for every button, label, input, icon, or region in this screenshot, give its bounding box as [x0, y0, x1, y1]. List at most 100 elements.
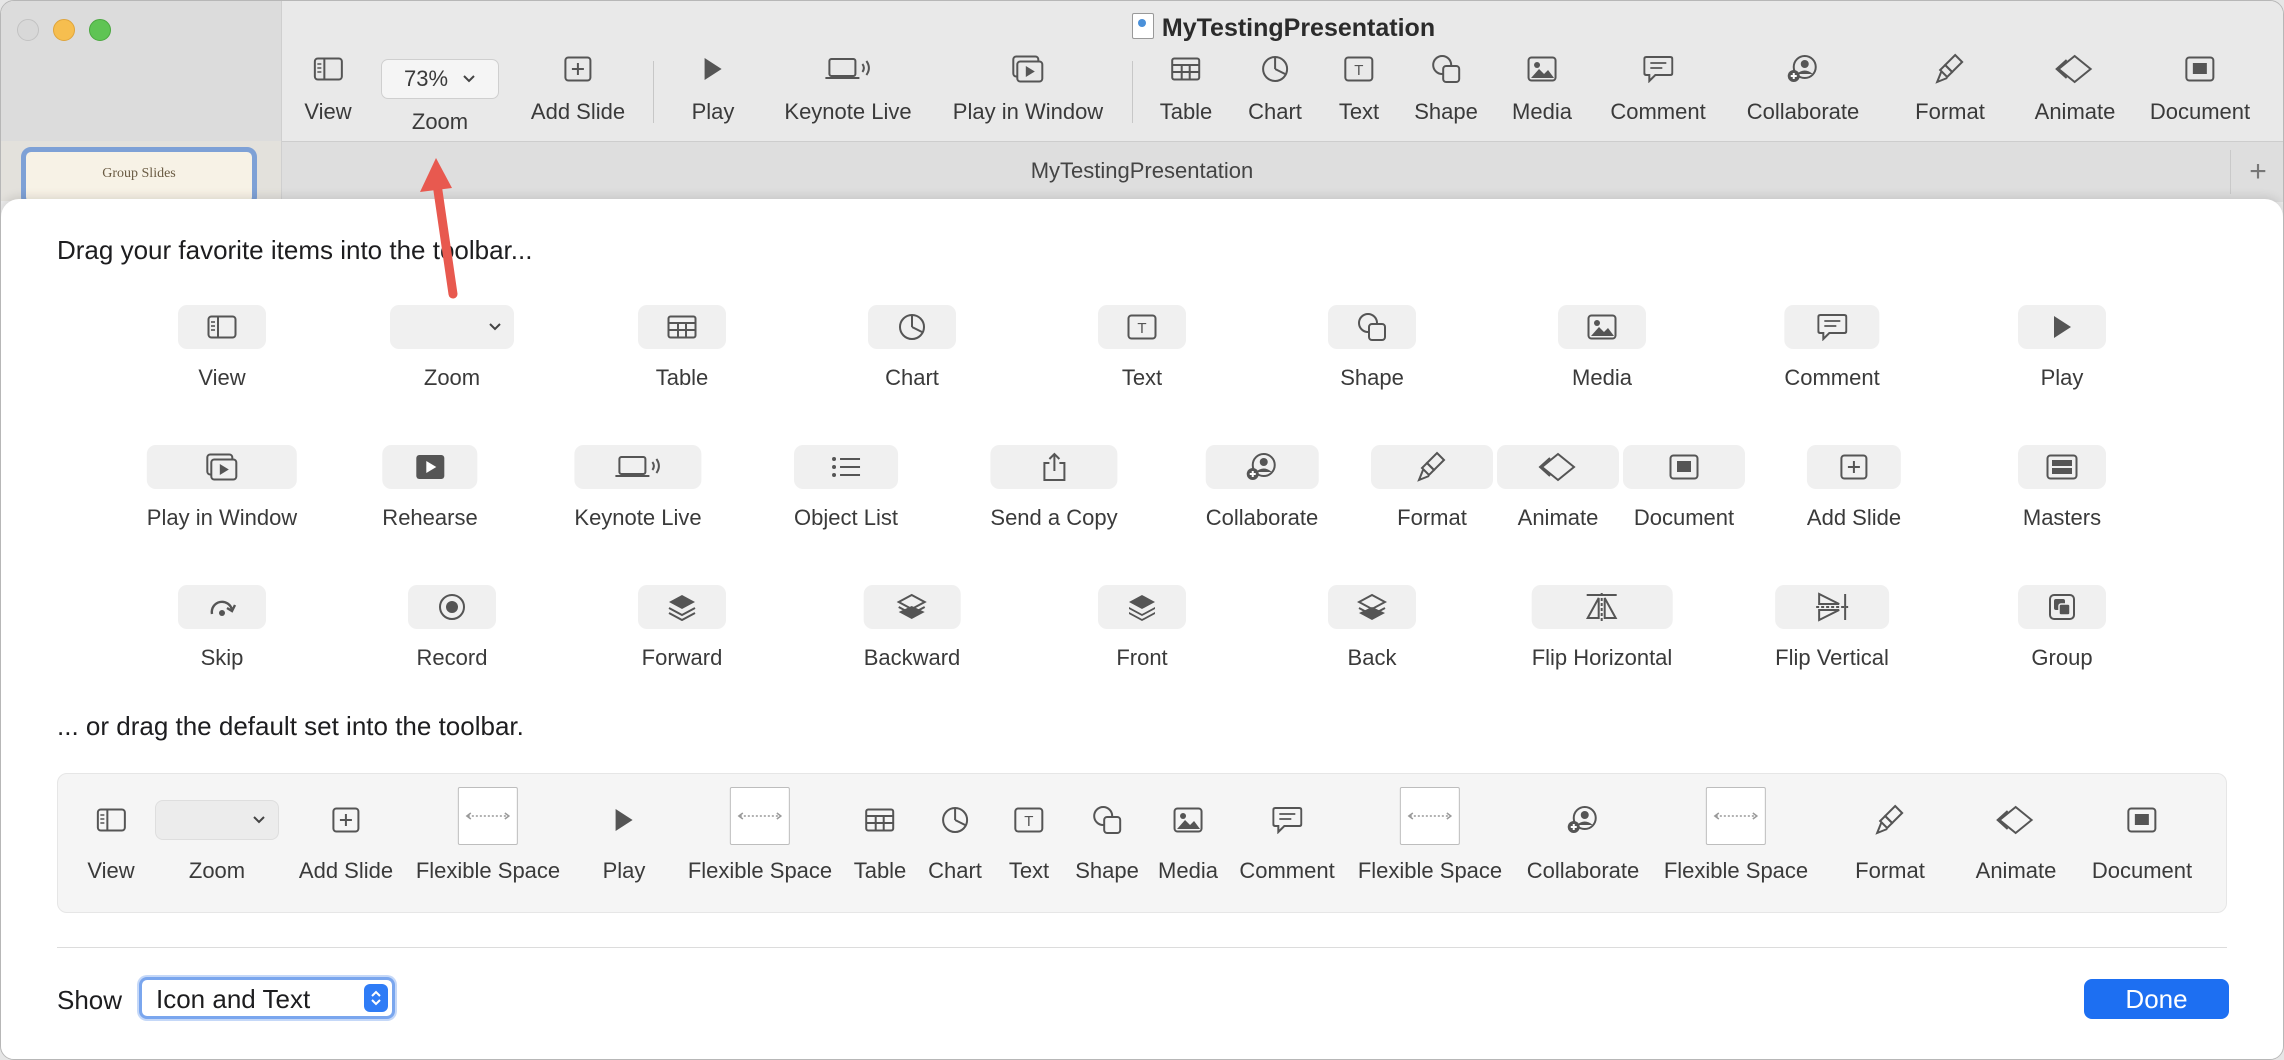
show-select-value: Icon and Text	[156, 984, 311, 1014]
toolbar-separator	[653, 61, 654, 123]
palette-item-text[interactable]: T Text	[1098, 305, 1186, 391]
toolbar-text[interactable]: T Text	[1339, 51, 1379, 125]
palette-item-shape[interactable]: Shape	[1328, 305, 1416, 391]
default-item-label: Document	[2091, 858, 2193, 883]
document-icon	[2150, 51, 2250, 87]
palette-item-back[interactable]: Back	[1328, 585, 1416, 671]
diamond-icon	[1976, 798, 2057, 842]
default-item-shape: Shape	[1075, 798, 1139, 884]
default-item-flexible-space: Flexible Space	[1664, 787, 1808, 884]
palette-item-label: Collaborate	[1205, 505, 1319, 530]
palette-item-forward[interactable]: Forward	[638, 585, 726, 671]
toolbar-chart[interactable]: Chart	[1248, 51, 1302, 125]
text-box-icon: T	[1098, 305, 1186, 349]
table-icon	[854, 798, 907, 842]
palette-item-label: Masters	[2022, 505, 2102, 530]
toolbar-table[interactable]: Table	[1160, 51, 1212, 125]
sidebar-icon	[304, 51, 351, 87]
palette-item-group[interactable]: Group	[2018, 585, 2106, 671]
zoom-dropdown[interactable]: 73%	[381, 59, 499, 99]
palette-item-zoom[interactable]: Zoom	[390, 305, 514, 391]
add-tab-button[interactable]: +	[2230, 150, 2283, 194]
toolbar-shape[interactable]: Shape	[1414, 51, 1478, 125]
palette-item-label: Add Slide	[1806, 505, 1902, 530]
palette-item-label: Record	[416, 645, 488, 670]
toolbar-play[interactable]: Play	[692, 51, 735, 125]
toolbar-animate[interactable]: Animate	[2034, 51, 2116, 125]
palette-item-collaborate[interactable]: Collaborate	[1205, 445, 1319, 531]
minimize-button[interactable]	[53, 19, 75, 41]
default-item-comment: Comment	[1239, 798, 1335, 884]
backward-layers-icon	[863, 585, 961, 629]
default-item-label: Chart	[928, 858, 982, 883]
toolbar-view[interactable]: View	[304, 51, 352, 125]
sidebar-icon	[87, 798, 134, 842]
slide-thumbnail[interactable]: Group Slides	[21, 147, 257, 207]
default-item-label: Play	[602, 858, 646, 883]
palette-item-animate[interactable]: Animate	[1497, 445, 1619, 531]
palette-item-masters[interactable]: Masters	[2018, 445, 2106, 531]
toolbar-keynote-live[interactable]: Keynote Live	[784, 51, 912, 125]
toolbar-zoom[interactable]: 73% Zoom	[381, 51, 499, 135]
sheet-divider	[57, 947, 2227, 948]
close-button[interactable]	[17, 19, 39, 41]
toolbar-format-label: Format	[1915, 99, 1985, 124]
toolbar-document[interactable]: Document	[2150, 51, 2250, 125]
tab-document[interactable]: MyTestingPresentation	[282, 158, 2002, 184]
toolbar-media[interactable]: Media	[1512, 51, 1572, 125]
default-item-label: Comment	[1239, 858, 1335, 883]
palette-item-format[interactable]: Format	[1371, 445, 1493, 531]
table-icon	[638, 305, 726, 349]
palette-item-record[interactable]: Record	[408, 585, 496, 671]
palette-item-label: Keynote Live	[574, 505, 702, 530]
show-label: Show	[57, 985, 123, 1015]
diamond-icon	[1497, 445, 1619, 489]
palette-item-object-list[interactable]: Object List	[794, 445, 898, 531]
palette-item-flip-vertical[interactable]: Flip Vertical	[1775, 585, 1889, 671]
palette-item-media[interactable]: Media	[1558, 305, 1646, 391]
default-item-label: Add Slide	[298, 858, 394, 883]
palette-item-rehearse[interactable]: Rehearse	[382, 445, 478, 531]
default-item-view: View	[87, 798, 135, 884]
palette-item-front[interactable]: Front	[1098, 585, 1186, 671]
record-icon	[408, 585, 496, 629]
default-item-table: Table	[854, 798, 907, 884]
palette-item-skip[interactable]: Skip	[178, 585, 266, 671]
toolbar-comment[interactable]: Comment	[1610, 51, 1706, 125]
palette-item-backward[interactable]: Backward	[863, 585, 961, 671]
pie-chart-icon	[868, 305, 956, 349]
palette-item-label: Text	[1121, 365, 1163, 390]
palette-item-label: Front	[1116, 645, 1168, 670]
palette-item-keynote-live[interactable]: Keynote Live	[574, 445, 702, 531]
default-item-label: View	[87, 858, 135, 883]
show-select[interactable]: Icon and Text	[139, 977, 395, 1019]
palette-item-comment[interactable]: Comment	[1784, 305, 1880, 391]
svg-text:T: T	[1354, 62, 1363, 79]
toolbar-add-slide[interactable]: Add Slide	[531, 51, 625, 125]
palette-item-chart[interactable]: Chart	[868, 305, 956, 391]
toolbar-play-in-window[interactable]: Play in Window	[953, 51, 1103, 125]
default-set-strip[interactable]: View Zoom Add Slide Flexible Space Play …	[57, 773, 2227, 913]
default-item-chart: Chart	[928, 798, 982, 884]
done-button[interactable]: Done	[2084, 979, 2229, 1019]
flip-horizontal-icon	[1531, 585, 1673, 629]
toolbar-collaborate[interactable]: Collaborate	[1747, 51, 1859, 125]
speech-bubble-icon	[1239, 798, 1334, 842]
document-icon	[1623, 445, 1745, 489]
fullscreen-button[interactable]	[89, 19, 111, 41]
palette-item-label: Chart	[885, 365, 939, 390]
palette-item-flip-horizontal[interactable]: Flip Horizontal	[1531, 585, 1673, 671]
palette-item-document[interactable]: Document	[1623, 445, 1745, 531]
palette-item-add-slide[interactable]: Add Slide	[1806, 445, 1902, 531]
palette-item-play-in-window[interactable]: Play in Window	[146, 445, 298, 531]
toolbar-animate-label: Animate	[2034, 99, 2116, 124]
palette-item-send-a-copy[interactable]: Send a Copy	[990, 445, 1118, 531]
toolbar-format[interactable]: Format	[1915, 51, 1985, 125]
palette-item-table[interactable]: Table	[638, 305, 726, 391]
zoom-value: 73%	[403, 66, 449, 91]
play-icon	[692, 51, 735, 87]
shape-icon	[1075, 798, 1139, 842]
palette-item-play[interactable]: Play	[2018, 305, 2106, 391]
palette-item-view[interactable]: View	[178, 305, 266, 391]
palette-item-label: Zoom	[423, 365, 481, 390]
